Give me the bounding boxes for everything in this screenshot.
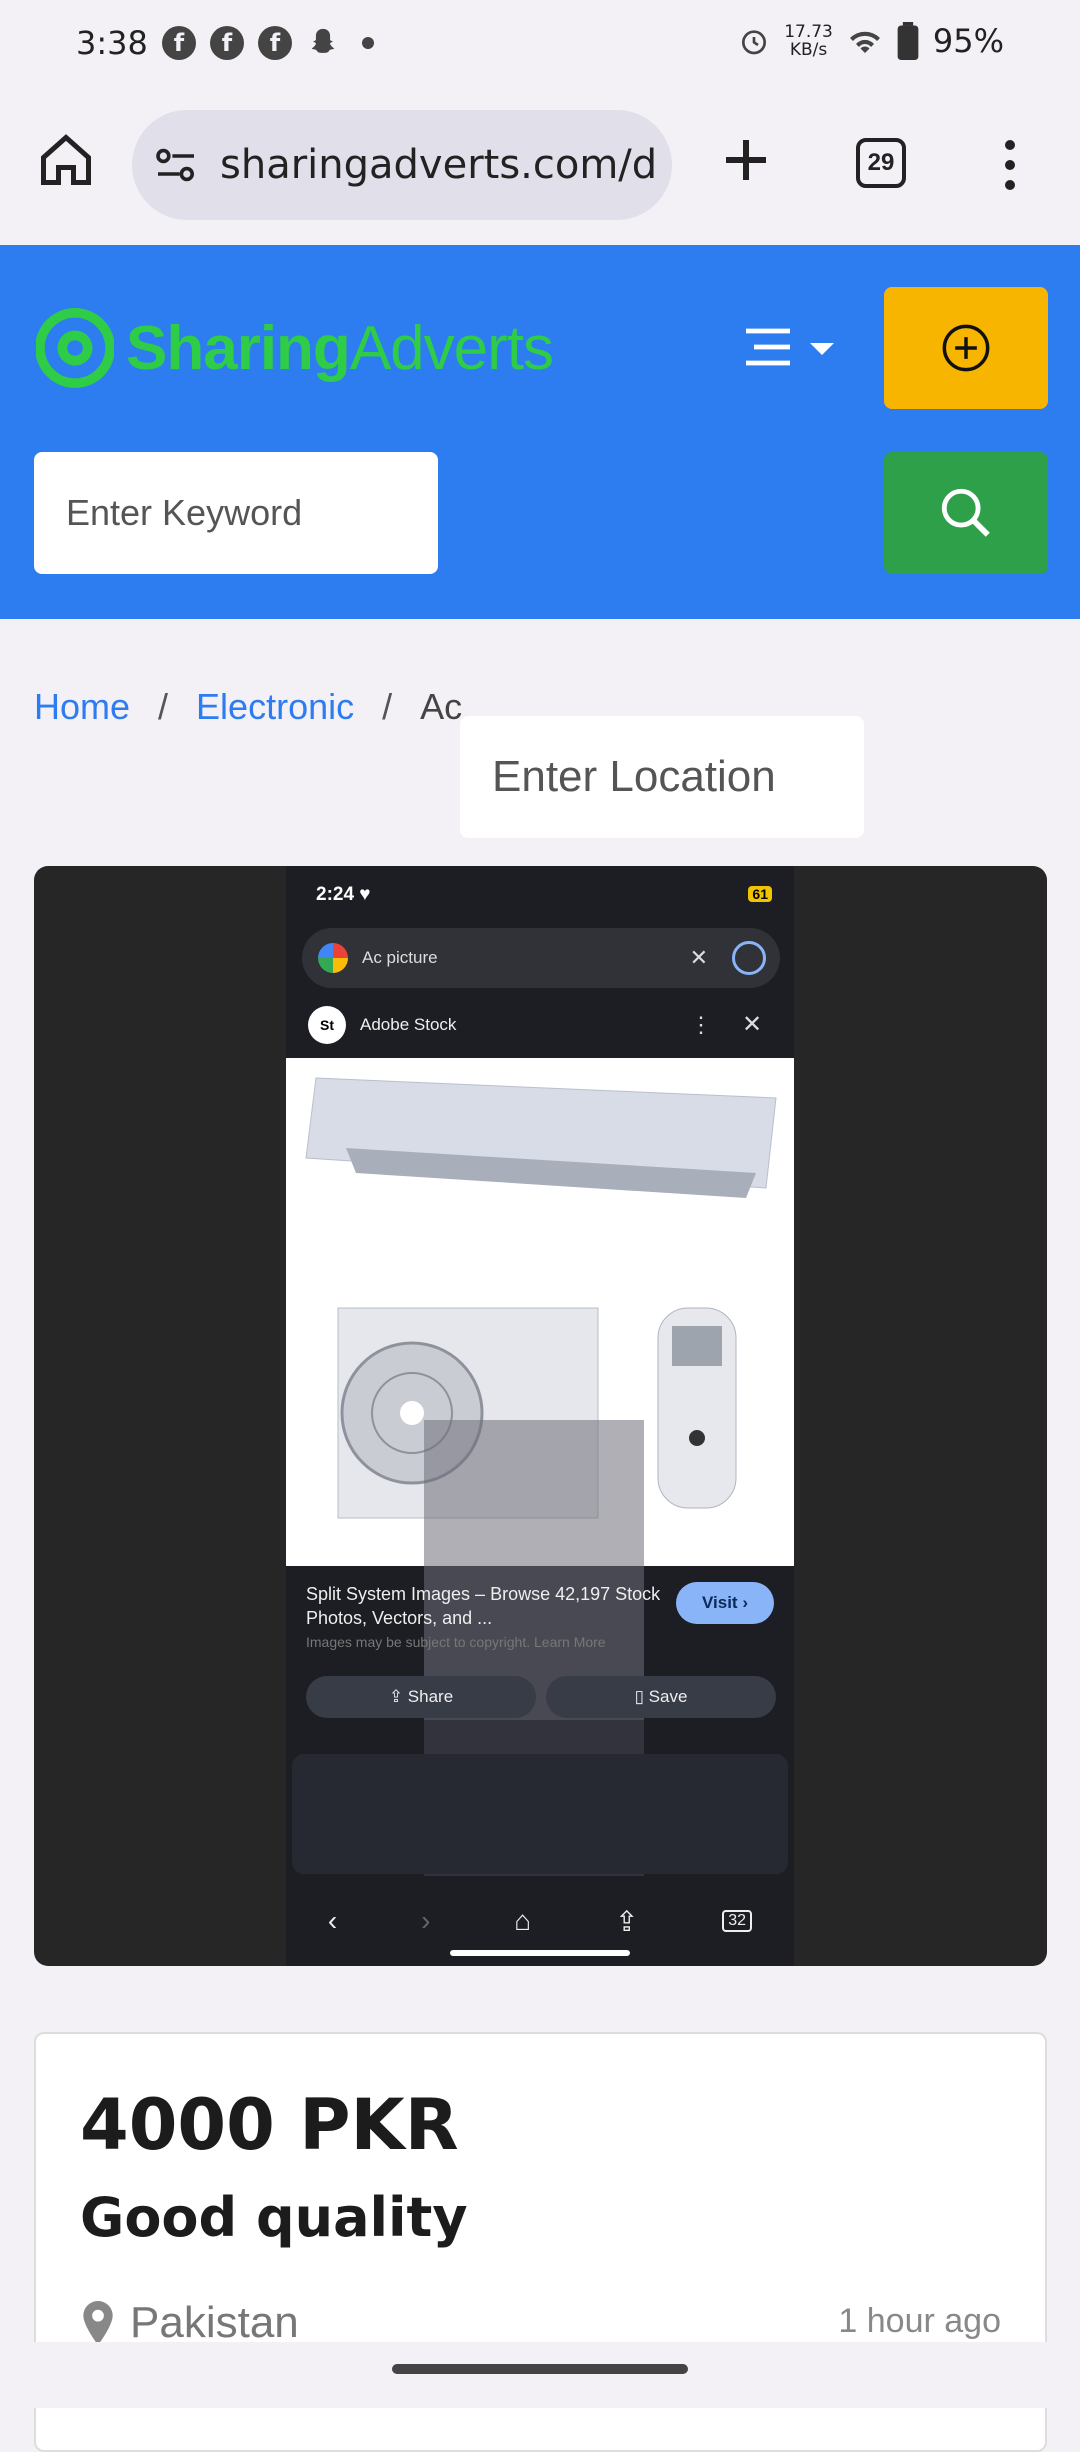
snapchat-icon bbox=[311, 28, 335, 53]
alarm-icon bbox=[742, 30, 767, 55]
close-icon: ✕ bbox=[742, 1011, 763, 1038]
status-right: 17.73 KB/s 95% bbox=[738, 22, 1004, 60]
logo-mark-icon bbox=[36, 308, 114, 388]
embedded-save-button: ▯ Save bbox=[546, 1676, 776, 1718]
breadcrumb-separator: / bbox=[382, 686, 393, 727]
gesture-handle[interactable] bbox=[392, 2364, 688, 2374]
embedded-home-indicator bbox=[450, 1950, 630, 1956]
share-icon: ⇪ bbox=[614, 1905, 639, 1937]
listing-posted-time: 1 hour ago bbox=[838, 2302, 1001, 2340]
embedded-time: 2:24 ♥ bbox=[316, 884, 371, 905]
menu-dropdown-icon[interactable] bbox=[742, 323, 842, 373]
wifi-icon bbox=[849, 31, 880, 53]
post-ad-button[interactable] bbox=[884, 287, 1048, 409]
network-speed-unit: KB/s bbox=[789, 40, 828, 60]
listing-location-text: Pakistan bbox=[130, 2298, 299, 2347]
search-row bbox=[34, 452, 1048, 838]
embedded-query: Ac picture bbox=[362, 948, 438, 967]
more-vert-icon: ⋮ bbox=[690, 1012, 712, 1037]
tab-switcher-button[interactable]: 29 bbox=[856, 138, 906, 188]
logo-secondary: Adverts bbox=[349, 313, 554, 383]
avatar-icon bbox=[732, 941, 766, 975]
embedded-source: St Adobe Stock bbox=[308, 1006, 456, 1044]
close-icon: ✕ bbox=[689, 945, 708, 970]
battery-icon bbox=[897, 22, 919, 60]
facebook-icon: f bbox=[162, 26, 196, 60]
logo-text: SharingAdverts bbox=[126, 313, 554, 384]
address-bar[interactable]: sharingadverts.com/d bbox=[132, 110, 672, 220]
url-text[interactable]: sharingadverts.com/d bbox=[220, 142, 657, 188]
listing-image[interactable]: 2:24 ♥ 61 Ac picture ✕ St Adobe Stock ⋮ … bbox=[34, 866, 1047, 1966]
site-settings-icon[interactable] bbox=[154, 147, 198, 183]
google-icon bbox=[318, 943, 348, 973]
home-icon[interactable] bbox=[36, 130, 96, 190]
embedded-phone-screenshot: 2:24 ♥ 61 Ac picture ✕ St Adobe Stock ⋮ … bbox=[286, 866, 794, 1966]
keyword-input[interactable] bbox=[34, 452, 438, 574]
more-menu-icon[interactable] bbox=[1000, 140, 1020, 190]
network-speed-value: 17.73 bbox=[784, 22, 833, 42]
more-notifications-dot bbox=[362, 37, 374, 49]
notification-icons: f f f bbox=[162, 26, 374, 60]
location-input[interactable] bbox=[460, 716, 864, 838]
site-header: SharingAdverts bbox=[0, 245, 1080, 838]
breadcrumb-home[interactable]: Home bbox=[34, 686, 130, 728]
embedded-caption: Split System Images – Browse 42,197 Stoc… bbox=[306, 1584, 661, 1628]
plus-circle-icon bbox=[942, 324, 990, 372]
breadcrumb: Home / Electronic / Ac bbox=[34, 686, 462, 728]
breadcrumb-current: Ac bbox=[420, 686, 463, 727]
browser-toolbar: sharingadverts.com/d 29 bbox=[0, 90, 1080, 245]
embedded-source-name: Adobe Stock bbox=[360, 1015, 457, 1034]
listing-price: 4000 PKR bbox=[80, 2084, 459, 2166]
adobe-stock-icon: St bbox=[308, 1006, 346, 1044]
embedded-search-bar: Ac picture ✕ bbox=[302, 928, 780, 988]
embedded-actions: ⇪ Share ▯ Save bbox=[306, 1676, 776, 1718]
bookmark-icon: ▯ bbox=[634, 1687, 644, 1706]
back-icon: ‹ bbox=[327, 1905, 338, 1936]
breadcrumb-separator: / bbox=[158, 686, 169, 727]
breadcrumb-electronic[interactable]: Electronic bbox=[196, 686, 354, 728]
logo-primary: Sharing bbox=[126, 313, 351, 383]
listing-location: Pakistan bbox=[80, 2298, 299, 2348]
search-button[interactable] bbox=[884, 452, 1048, 574]
embedded-battery: 61 bbox=[748, 886, 772, 902]
facebook-icon: f bbox=[258, 26, 292, 60]
status-time: 3:38 bbox=[76, 24, 148, 62]
battery-percent: 95% bbox=[932, 22, 1004, 60]
nested-screenshot-overlay bbox=[424, 1420, 644, 1720]
embedded-copyright: Images may be subject to copyright. Lear… bbox=[306, 1634, 606, 1650]
site-logo[interactable]: SharingAdverts bbox=[36, 293, 554, 403]
embedded-visit-button: Visit › bbox=[676, 1582, 774, 1624]
tabs-icon: 32 bbox=[722, 1910, 753, 1932]
system-nav-bar bbox=[0, 2342, 1080, 2408]
status-bar: 3:38 f f f 17.73 KB/s 95% bbox=[0, 0, 1080, 90]
listing-title: Good quality bbox=[80, 2186, 468, 2249]
home-icon: ⌂ bbox=[514, 1905, 532, 1936]
embedded-more-results bbox=[292, 1754, 788, 1874]
network-speed: 17.73 KB/s bbox=[784, 23, 833, 59]
facebook-icon: f bbox=[210, 26, 244, 60]
share-icon: ⇪ bbox=[388, 1687, 404, 1706]
embedded-share-button: ⇪ Share bbox=[306, 1676, 536, 1718]
location-pin-icon bbox=[83, 2301, 113, 2345]
forward-icon: › bbox=[421, 1905, 431, 1936]
new-tab-icon[interactable] bbox=[716, 130, 776, 190]
search-icon bbox=[941, 488, 990, 537]
